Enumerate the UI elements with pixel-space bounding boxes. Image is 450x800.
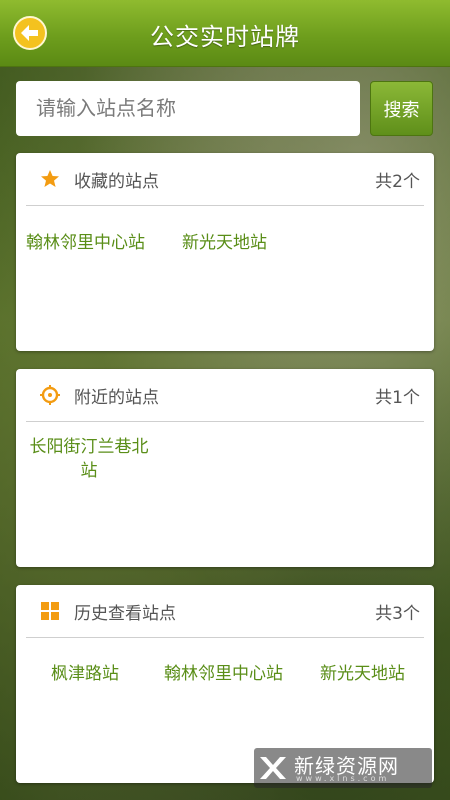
title-bar: 公交实时站牌 bbox=[0, 0, 450, 67]
nearby-header: 附近的站点 共1个 bbox=[26, 369, 424, 422]
nearby-title: 附近的站点 bbox=[74, 388, 159, 408]
favorite-station[interactable]: 新光天地站 bbox=[182, 231, 267, 255]
history-title: 历史查看站点 bbox=[74, 604, 176, 624]
nearby-station[interactable]: 长阳街汀兰巷北 站 bbox=[26, 435, 152, 483]
favorites-card: 收藏的站点 共2个 翰林邻里中心站 新光天地站 bbox=[16, 153, 434, 351]
favorites-title: 收藏的站点 bbox=[74, 172, 159, 192]
nearby-count: 共1个 bbox=[375, 388, 420, 408]
nearby-station-line1: 长阳街汀兰巷北 bbox=[29, 437, 149, 457]
favorites-header: 收藏的站点 共2个 bbox=[26, 153, 424, 206]
search-button[interactable]: 搜索 bbox=[370, 81, 433, 136]
history-count: 共3个 bbox=[375, 604, 420, 624]
watermark: 新绿资源网 www.xlns.com bbox=[254, 748, 432, 788]
history-station[interactable]: 枫津路站 bbox=[51, 662, 119, 686]
star-icon bbox=[41, 170, 59, 187]
history-header: 历史查看站点 共3个 bbox=[26, 585, 424, 638]
history-station[interactable]: 翰林邻里中心站 bbox=[164, 662, 283, 686]
watermark-subtext: www.xlns.com bbox=[296, 774, 390, 783]
grid-icon bbox=[41, 602, 59, 620]
nearby-card: 附近的站点 共1个 长阳街汀兰巷北 站 bbox=[16, 369, 434, 567]
history-station[interactable]: 新光天地站 bbox=[320, 662, 405, 686]
favorite-station[interactable]: 翰林邻里中心站 bbox=[26, 231, 145, 255]
watermark-logo-icon bbox=[260, 757, 286, 779]
nearby-station-line2: 站 bbox=[80, 461, 98, 481]
page-title: 公交实时站牌 bbox=[150, 23, 300, 51]
location-target-icon bbox=[40, 385, 60, 405]
favorites-count: 共2个 bbox=[375, 172, 420, 192]
search-input[interactable]: 请输入站点名称 bbox=[16, 81, 360, 136]
